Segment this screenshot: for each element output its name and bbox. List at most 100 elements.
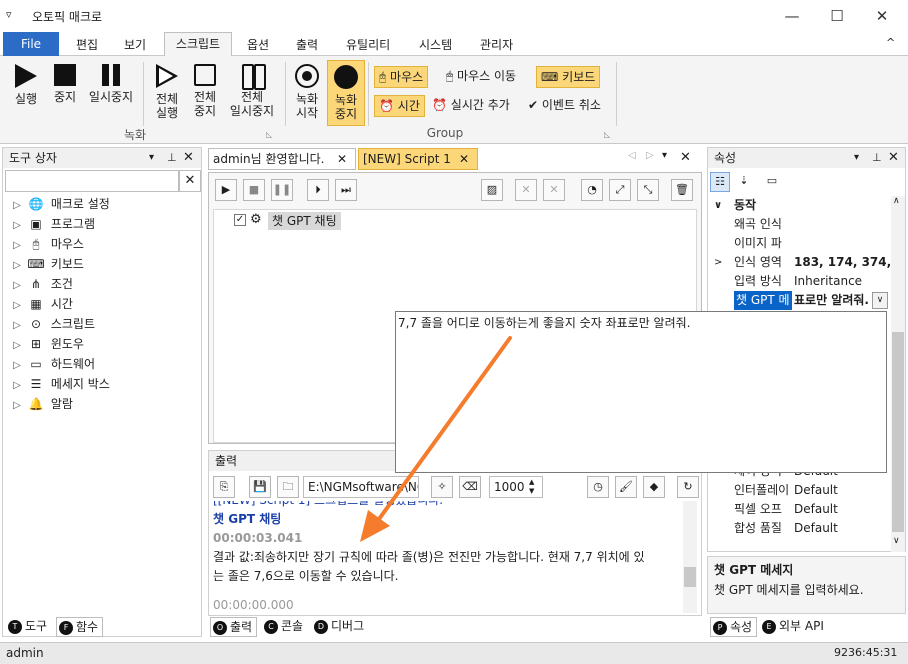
tree-item-alarm[interactable]: ▷ 🔔 알람: [9, 394, 199, 414]
pause-button[interactable]: 일시중지: [86, 64, 136, 104]
clock-button[interactable]: ◷: [587, 476, 609, 498]
run-script-button[interactable]: ▶: [215, 179, 237, 201]
pause-all-button[interactable]: 전체 일시중지: [226, 64, 278, 118]
property-row[interactable]: 합성 품질 Default: [708, 519, 890, 538]
step-button[interactable]: ⏵: [307, 179, 329, 201]
collapse-arrow-icon[interactable]: ∨: [714, 196, 722, 215]
menu-output[interactable]: 출력: [296, 36, 318, 53]
scroll-right-icon[interactable]: ▷: [646, 150, 654, 161]
menu-view[interactable]: 보기: [124, 36, 146, 53]
menu-admin[interactable]: 관리자: [480, 36, 513, 53]
menu-utility[interactable]: 유틸리티: [346, 36, 390, 53]
toolbox-search-input[interactable]: [5, 170, 179, 192]
close-icon[interactable]: ✕: [680, 150, 691, 165]
disable-all-button[interactable]: ✕: [543, 179, 565, 201]
image-button[interactable]: ▨: [481, 179, 503, 201]
scrollbar-thumb[interactable]: [892, 332, 904, 532]
collapse-button[interactable]: ⤡: [637, 179, 659, 201]
expand-arrow-icon[interactable]: ▷: [9, 396, 25, 416]
run-all-button[interactable]: 전체 실행: [150, 64, 184, 120]
expand-arrow-icon[interactable]: ▷: [9, 376, 25, 396]
system-menu-icon[interactable]: ▿: [6, 8, 12, 21]
record-stop-button[interactable]: 녹화 중지: [327, 60, 365, 126]
stop-button[interactable]: 중지: [50, 64, 80, 104]
tab-list-icon[interactable]: ▾: [662, 150, 667, 161]
close-button[interactable]: ✕: [862, 4, 902, 28]
spinner-icon[interactable]: ▲ ▼: [529, 478, 534, 496]
property-row[interactable]: 왜곡 인식: [708, 215, 890, 234]
property-row[interactable]: 이미지 파: [708, 234, 890, 253]
tab-output[interactable]: O 출력: [210, 617, 258, 637]
alphabetical-view-icon[interactable]: ⇣: [734, 172, 754, 192]
brush-button[interactable]: 🖌: [615, 476, 637, 498]
realtime-add-toggle[interactable]: ⏰ 실시간 추가: [428, 95, 514, 117]
refresh-button[interactable]: ↻: [677, 476, 699, 498]
property-value[interactable]: Default: [794, 481, 890, 500]
expand-arrow-icon[interactable]: ▷: [9, 356, 25, 376]
save-button[interactable]: 💾: [249, 476, 271, 498]
dropdown-arrow-icon[interactable]: ∨: [872, 292, 888, 309]
tab-console[interactable]: C 콘솔: [262, 617, 307, 637]
menu-script[interactable]: 스크립트: [164, 32, 232, 57]
tab-tools[interactable]: T 도구: [6, 617, 51, 637]
script-node-chatgpt[interactable]: 챗 GPT 채팅: [268, 212, 341, 230]
minimize-button[interactable]: —: [772, 4, 812, 28]
expand-button[interactable]: ⤢: [609, 179, 631, 201]
run-button[interactable]: 실행: [8, 64, 44, 106]
expand-arrow-icon[interactable]: ▷: [9, 336, 25, 356]
scroll-left-icon[interactable]: ◁: [628, 150, 636, 161]
step-into-button[interactable]: ⏭: [335, 179, 357, 201]
pin-icon[interactable]: ⊥: [167, 148, 177, 168]
pin-icon[interactable]: ⊥: [872, 148, 882, 168]
tab-script-1[interactable]: [NEW] Script 1 ✕: [358, 148, 478, 170]
new-file-button[interactable]: ⎘: [213, 476, 235, 498]
close-tab-icon[interactable]: ✕: [337, 149, 347, 169]
property-value[interactable]: Inheritance: [794, 272, 890, 291]
disable-button[interactable]: ✕: [515, 179, 537, 201]
node-checkbox[interactable]: ✓: [234, 214, 246, 226]
expand-arrow-icon[interactable]: ▷: [9, 256, 25, 276]
close-icon[interactable]: ✕: [183, 148, 194, 168]
expand-arrow-icon[interactable]: ▷: [9, 276, 25, 296]
tree-item-hardware[interactable]: ▷ ▭ 하드웨어: [9, 354, 199, 374]
property-category[interactable]: ∨ 동작: [708, 196, 890, 215]
group-launcher-icon[interactable]: ◺: [604, 130, 610, 139]
event-cancel-toggle[interactable]: ✔ 이벤트 취소: [524, 95, 605, 117]
delete-button[interactable]: 🗑: [671, 179, 693, 201]
dropdown-icon[interactable]: ▾: [854, 148, 859, 168]
expand-arrow-icon[interactable]: >: [714, 253, 722, 272]
property-row[interactable]: > 인식 영역 183, 174, 374, 37: [708, 253, 890, 272]
dropdown-icon[interactable]: ▾: [149, 148, 154, 168]
menu-options[interactable]: 옵션: [247, 36, 269, 53]
categorized-view-icon[interactable]: ☷: [710, 172, 730, 192]
output-scrollbar[interactable]: [683, 501, 697, 613]
property-row[interactable]: 입력 방식 Inheritance: [708, 272, 890, 291]
property-row-selected[interactable]: 챗 GPT 메 표로만 알려줘. ∨: [708, 291, 890, 310]
tree-item-condition[interactable]: ▷ ⋔ 조건: [9, 274, 199, 294]
tree-item-mouse[interactable]: ▷ 🖰 마우스: [9, 234, 199, 254]
pause-script-button[interactable]: ❚❚: [271, 179, 293, 201]
menu-file[interactable]: File: [3, 32, 59, 56]
collapse-ribbon-icon[interactable]: ^: [886, 36, 895, 49]
tab-welcome[interactable]: admin님 환영합니다. ✕: [208, 148, 356, 170]
group-launcher-icon[interactable]: ◺: [266, 130, 272, 139]
mouse-toggle[interactable]: 🖰 마우스: [374, 66, 429, 88]
stop-script-button[interactable]: ■: [243, 179, 265, 201]
record-start-button[interactable]: 녹화 시작: [290, 64, 324, 120]
expand-arrow-icon[interactable]: ▷: [9, 196, 25, 216]
tree-item-window[interactable]: ▷ ⊞ 윈도우: [9, 334, 199, 354]
expand-arrow-icon[interactable]: ▷: [9, 296, 25, 316]
property-row[interactable]: 인터폴레이 Default: [708, 481, 890, 500]
property-value[interactable]: 183, 174, 374, 37: [794, 253, 890, 272]
close-tab-icon[interactable]: ✕: [459, 149, 469, 169]
menu-edit[interactable]: 편집: [76, 36, 98, 53]
expand-arrow-icon[interactable]: ▷: [9, 216, 25, 236]
expand-arrow-icon[interactable]: ▷: [9, 236, 25, 256]
mouse-move-toggle[interactable]: 🖱 마우스 이동: [442, 66, 520, 88]
property-value[interactable]: Default: [794, 519, 890, 538]
tree-item-script[interactable]: ▷ ⊙ 스크립트: [9, 314, 199, 334]
stop-all-button[interactable]: 전체 중지: [188, 64, 222, 118]
close-icon[interactable]: ✕: [888, 148, 899, 168]
scroll-down-icon[interactable]: ∨: [893, 536, 900, 546]
menu-system[interactable]: 시스템: [419, 36, 452, 53]
